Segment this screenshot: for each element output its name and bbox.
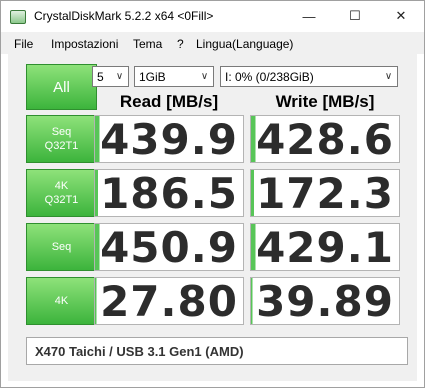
maximize-button[interactable]: ☐ xyxy=(332,1,378,31)
chevron-down-icon: ∨ xyxy=(200,71,209,82)
read-result-4k: 27.80 xyxy=(94,277,244,325)
menu-bar: File Impostazioni Tema ? Lingua(Language… xyxy=(1,32,424,54)
minimize-button[interactable]: — xyxy=(286,1,332,31)
test-label-line1: 4K xyxy=(54,295,69,307)
test-label-line2: Q32T1 xyxy=(44,140,79,152)
chevron-down-icon: ∨ xyxy=(115,71,124,82)
menu-help[interactable]: ? xyxy=(177,37,184,51)
test-seq-q32t1-button[interactable]: Seq Q32T1 xyxy=(26,115,97,163)
test-label-line1: Seq xyxy=(51,241,72,253)
test-seq-button[interactable]: Seq xyxy=(26,223,97,271)
read-result-seq: 450.9 xyxy=(94,223,244,271)
app-window: CrystalDiskMark 5.2.2 x64 <0Fill> — ☐ ✕ … xyxy=(0,0,425,388)
close-button[interactable]: ✕ xyxy=(378,1,424,31)
comment-field[interactable]: X470 Taichi / USB 3.1 Gen1 (AMD) xyxy=(26,337,408,365)
write-header: Write [MB/s] xyxy=(275,92,375,111)
menu-file[interactable]: File xyxy=(14,37,33,51)
size-value: 1GiB xyxy=(139,70,166,84)
drive-value: I: 0% (0/238GiB) xyxy=(225,70,314,84)
write-result-seq: 429.1 xyxy=(250,223,400,271)
write-result-4k-q32t1: 172.3 xyxy=(250,169,400,217)
read-result-seq-q32t1: 439.9 xyxy=(94,115,244,163)
window-title: CrystalDiskMark 5.2.2 x64 <0Fill> xyxy=(34,9,214,23)
benchmark-panel: All 5 ∨ 1GiB ∨ I: 0% (0/238GiB) ∨ Read [… xyxy=(8,54,417,381)
write-result-4k: 39.89 xyxy=(250,277,400,325)
drive-select[interactable]: I: 0% (0/238GiB) ∨ xyxy=(220,66,398,87)
test-label-line1: Seq xyxy=(51,126,72,138)
menu-tema[interactable]: Tema xyxy=(133,37,162,51)
size-select[interactable]: 1GiB ∨ xyxy=(134,66,214,87)
chevron-down-icon: ∨ xyxy=(384,71,393,82)
count-value: 5 xyxy=(97,70,104,84)
test-4k-button[interactable]: 4K xyxy=(26,277,97,325)
title-bar[interactable]: CrystalDiskMark 5.2.2 x64 <0Fill> — ☐ ✕ xyxy=(1,1,424,31)
app-disk-icon xyxy=(10,10,26,24)
read-header: Read [MB/s] xyxy=(119,92,219,111)
read-result-4k-q32t1: 186.5 xyxy=(94,169,244,217)
menu-impostazioni[interactable]: Impostazioni xyxy=(51,37,118,51)
test-4k-q32t1-button[interactable]: 4K Q32T1 xyxy=(26,169,97,217)
menu-language[interactable]: Lingua(Language) xyxy=(196,37,293,51)
test-label-line1: 4K xyxy=(54,180,69,192)
count-select[interactable]: 5 ∨ xyxy=(92,66,129,87)
all-button[interactable]: All xyxy=(26,64,97,110)
test-label-line2: Q32T1 xyxy=(44,194,79,206)
write-result-seq-q32t1: 428.6 xyxy=(250,115,400,163)
